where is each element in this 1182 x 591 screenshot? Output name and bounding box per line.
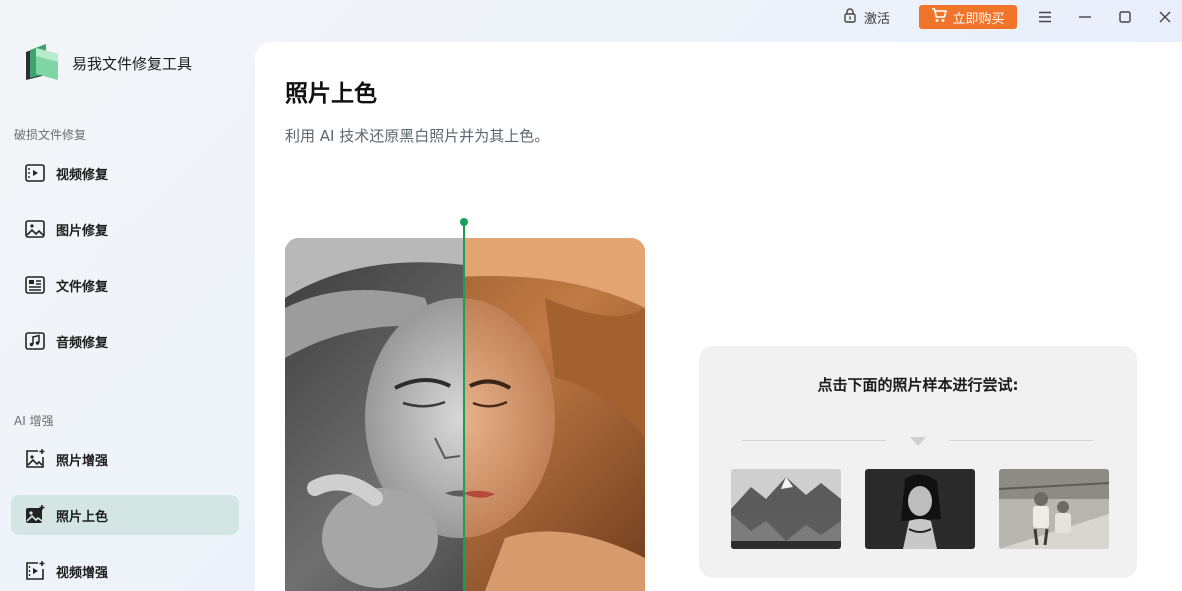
sidebar-item-file-repair[interactable]: 文件修复 (11, 265, 239, 305)
maximize-button[interactable] (1115, 7, 1135, 27)
sidebar-item-label: 图片修复 (56, 223, 109, 239)
sidebar-item-video-enhance[interactable]: 视频增强 (11, 551, 239, 591)
section-title-ai: AI 增强 (14, 414, 54, 428)
main-panel: 照片上色 利用 AI 技术还原黑白照片并为其上色。 点击下面的照片样本进行尝试: (255, 42, 1182, 591)
sidebar-item-label: 文件修复 (56, 279, 109, 295)
separator-left (742, 440, 886, 441)
lock-icon (842, 7, 858, 27)
sidebar-item-photo-enhance[interactable]: 照片增强 (11, 439, 239, 479)
section-title-repair: 破损文件修复 (14, 128, 87, 142)
activate-label: 激活 (864, 11, 891, 27)
music-icon (24, 330, 46, 352)
image-icon (24, 218, 46, 240)
sidebar-item-photo-colorize[interactable]: 照片上色 (11, 495, 239, 535)
photo-enhance-icon (24, 448, 46, 470)
close-button[interactable] (1155, 7, 1175, 27)
sample-thumbnail-children[interactable] (999, 469, 1109, 549)
page-title: 照片上色 (285, 81, 377, 107)
chevron-down-icon (910, 437, 926, 446)
photo-colorize-icon (24, 504, 46, 526)
app-logo (22, 42, 62, 82)
video-enhance-icon (24, 560, 46, 582)
video-icon (24, 162, 46, 184)
title-bar: 激活 立即购买 (0, 0, 1182, 34)
sidebar-item-label: 音频修复 (56, 335, 109, 351)
compare-divider-line[interactable] (463, 222, 465, 591)
cart-icon (931, 7, 948, 27)
compare-divider-handle[interactable] (460, 218, 468, 226)
page-subtitle: 利用 AI 技术还原黑白照片并为其上色。 (285, 127, 550, 145)
close-icon (1159, 8, 1171, 27)
sample-thumbnail-portrait[interactable] (865, 469, 975, 549)
menu-button[interactable] (1035, 7, 1055, 27)
sidebar-item-label: 视频修复 (56, 167, 109, 183)
sidebar-item-label: 照片增强 (56, 453, 109, 469)
sidebar-item-video-repair[interactable]: 视频修复 (11, 153, 239, 193)
sample-card: 点击下面的照片样本进行尝试: (699, 346, 1137, 578)
menu-icon (1038, 8, 1052, 27)
sample-thumbnail-landscape[interactable] (731, 469, 841, 549)
before-after-preview[interactable] (285, 238, 645, 591)
buy-now-label: 立即购买 (952, 11, 1005, 27)
activate-button[interactable]: 激活 (842, 7, 891, 27)
sample-card-title: 点击下面的照片样本进行尝试: (817, 376, 1019, 394)
sidebar-item-label: 照片上色 (56, 509, 109, 525)
minimize-button[interactable] (1075, 7, 1095, 27)
sidebar-item-image-repair[interactable]: 图片修复 (11, 209, 239, 249)
separator-right (949, 440, 1093, 441)
buy-now-button[interactable]: 立即购买 (919, 5, 1017, 29)
maximize-icon (1119, 8, 1131, 27)
document-icon (24, 274, 46, 296)
sidebar-item-audio-repair[interactable]: 音频修复 (11, 321, 239, 361)
sidebar-item-label: 视频增强 (56, 565, 109, 581)
app-name: 易我文件修复工具 (72, 55, 193, 73)
minimize-icon (1078, 8, 1092, 27)
